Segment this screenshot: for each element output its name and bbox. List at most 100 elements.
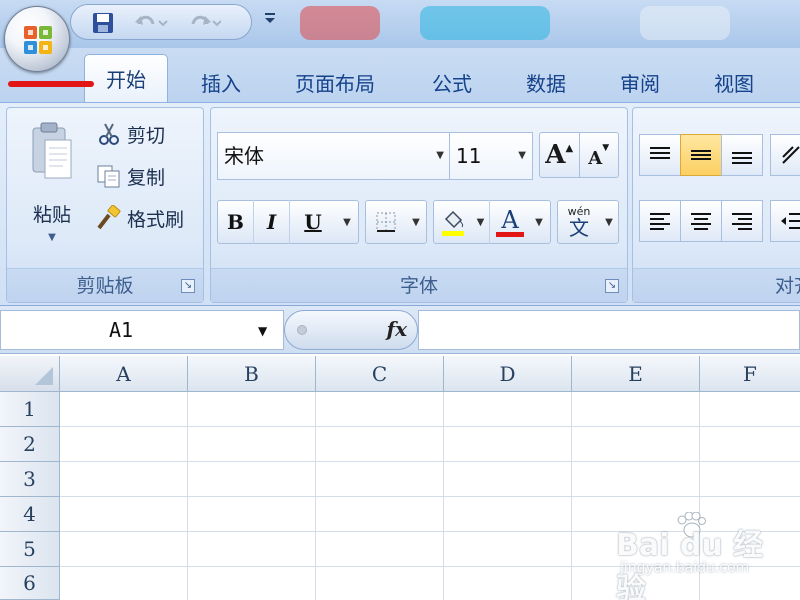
grow-font-glyph: A	[545, 140, 566, 170]
cut-button[interactable]: 剪切	[95, 116, 165, 152]
alignment-group-text: 对齐	[775, 275, 800, 297]
clipboard-dialog-launcher[interactable]: ↘	[181, 279, 195, 293]
font-group: 宋体 ▼ 11 ▼ A ▲ A ▼ B I U ▼ ▼ ▼ A ▼ wén 文 …	[210, 107, 628, 303]
undo-icon	[135, 15, 168, 27]
text-orientation-icon	[782, 146, 800, 164]
caret-up-icon: ▲	[565, 142, 574, 154]
formula-bar: A1 ▼ fx	[0, 306, 800, 354]
font-dialog-launcher[interactable]: ↘	[605, 279, 619, 293]
format-painter-button[interactable]: 格式刷	[95, 200, 184, 236]
column-header-b[interactable]: B	[188, 356, 316, 392]
borders-button[interactable]	[366, 200, 406, 244]
redo-button[interactable]	[183, 11, 223, 35]
underline-dropdown[interactable]: ▼	[336, 200, 358, 244]
indent-icon	[781, 213, 800, 229]
column-header-f[interactable]: F	[700, 356, 800, 392]
paintbrush-icon	[95, 205, 123, 231]
row-header-4[interactable]: 4	[0, 497, 60, 532]
quick-access-toolbar	[70, 4, 252, 40]
office-button[interactable]	[4, 6, 70, 72]
align-bottom-button[interactable]	[721, 134, 763, 176]
clipboard-group: 粘贴 ▼ 剪切 复制 格式刷 剪贴板 ↘	[6, 107, 204, 303]
align-right-button[interactable]	[721, 200, 763, 242]
chevron-down-icon[interactable]: ▼	[518, 133, 526, 179]
dropdown-arrow-icon	[265, 13, 275, 23]
office-logo-icon	[24, 26, 52, 54]
bold-italic-underline-bar: B I U ▼	[217, 200, 359, 244]
bold-button[interactable]: B	[218, 200, 254, 244]
undo-button[interactable]	[131, 11, 171, 35]
fill-color-button[interactable]	[434, 200, 472, 244]
format-painter-label: 格式刷	[127, 208, 185, 231]
tab-formulas[interactable]: 公式	[418, 62, 486, 102]
save-icon	[93, 13, 113, 33]
row-header-2[interactable]: 2	[0, 427, 60, 462]
decrease-indent-button[interactable]	[770, 200, 800, 242]
row-header-6[interactable]: 6	[0, 567, 60, 600]
row-header-5[interactable]: 5	[0, 532, 60, 567]
font-color-swatch	[496, 231, 524, 237]
font-size-value: 11	[456, 144, 482, 168]
align-center-button[interactable]	[680, 200, 722, 242]
font-size-combobox[interactable]: 11 ▼	[449, 132, 533, 180]
fill-color-dropdown[interactable]: ▼	[472, 200, 490, 244]
shrink-font-button[interactable]: A ▼	[580, 133, 619, 177]
customize-qat-button[interactable]	[262, 10, 278, 30]
column-header-c[interactable]: C	[316, 356, 444, 392]
font-color-dropdown[interactable]: ▼	[530, 200, 548, 244]
copy-button[interactable]: 复制	[95, 158, 165, 194]
copy-label: 复制	[127, 166, 166, 189]
column-header-e[interactable]: E	[572, 356, 700, 392]
underline-button[interactable]: U	[290, 200, 336, 244]
tab-home[interactable]: 开始	[84, 54, 168, 102]
align-left-button[interactable]	[639, 200, 681, 242]
font-color-button[interactable]: A	[490, 200, 530, 244]
tab-review[interactable]: 审阅	[606, 62, 674, 102]
shrink-font-glyph: A	[588, 147, 603, 169]
ribbon: 粘贴 ▼ 剪切 复制 格式刷 剪贴板 ↘ 宋体 ▼ 11 ▼ A ▲ A ▼ B…	[0, 102, 800, 306]
row-header-1[interactable]: 1	[0, 392, 60, 427]
tab-insert[interactable]: 插入	[186, 62, 256, 102]
phonetic-dropdown[interactable]: ▼	[600, 200, 618, 244]
name-box-value: A1	[109, 318, 134, 342]
paste-label: 粘贴	[32, 204, 71, 226]
font-name-combobox[interactable]: 宋体 ▼	[217, 132, 451, 180]
orientation-button[interactable]	[770, 134, 800, 176]
column-header-a[interactable]: A	[60, 356, 188, 392]
cut-label: 剪切	[127, 124, 166, 147]
borders-dropdown[interactable]: ▼	[406, 200, 426, 244]
save-button[interactable]	[89, 11, 117, 35]
align-top-button[interactable]	[639, 134, 681, 176]
row-header-3[interactable]: 3	[0, 462, 60, 497]
formula-splitter-handle[interactable]	[297, 325, 307, 335]
bold-glyph: B	[227, 210, 244, 234]
cell-area[interactable]	[60, 392, 800, 600]
formula-input[interactable]	[418, 310, 800, 350]
tab-data[interactable]: 数据	[512, 62, 580, 102]
tab-view[interactable]: 视图	[700, 62, 768, 102]
name-box[interactable]: A1	[0, 310, 284, 350]
italic-button[interactable]: I	[254, 200, 290, 244]
grow-font-button[interactable]: A ▲	[540, 133, 580, 177]
align-middle-icon	[691, 150, 711, 160]
font-size-buttons: A ▲ A ▼	[539, 132, 619, 178]
align-middle-button[interactable]	[680, 134, 722, 176]
align-left-icon	[650, 213, 670, 230]
chevron-down-icon[interactable]: ▼	[436, 133, 444, 179]
alignment-group: 对齐	[632, 107, 800, 303]
vertical-align-row	[639, 134, 800, 176]
align-center-icon	[691, 213, 711, 230]
insert-function-button[interactable]: fx	[386, 317, 407, 341]
scissors-icon	[95, 121, 123, 147]
alignment-group-label: 对齐	[633, 268, 800, 302]
align-bottom-icon	[732, 152, 752, 164]
clipboard-group-label: 剪贴板	[7, 268, 203, 302]
align-top-icon	[650, 147, 670, 159]
paste-button[interactable]: 粘贴 ▼	[19, 116, 85, 250]
name-box-dropdown[interactable]: ▼	[258, 324, 267, 338]
select-all-button[interactable]	[0, 356, 60, 392]
tab-page-layout[interactable]: 页面布局	[284, 62, 386, 102]
phonetic-guide-button[interactable]: wén 文	[558, 200, 600, 244]
column-header-d[interactable]: D	[444, 356, 572, 392]
font-group-label: 字体	[211, 268, 627, 302]
